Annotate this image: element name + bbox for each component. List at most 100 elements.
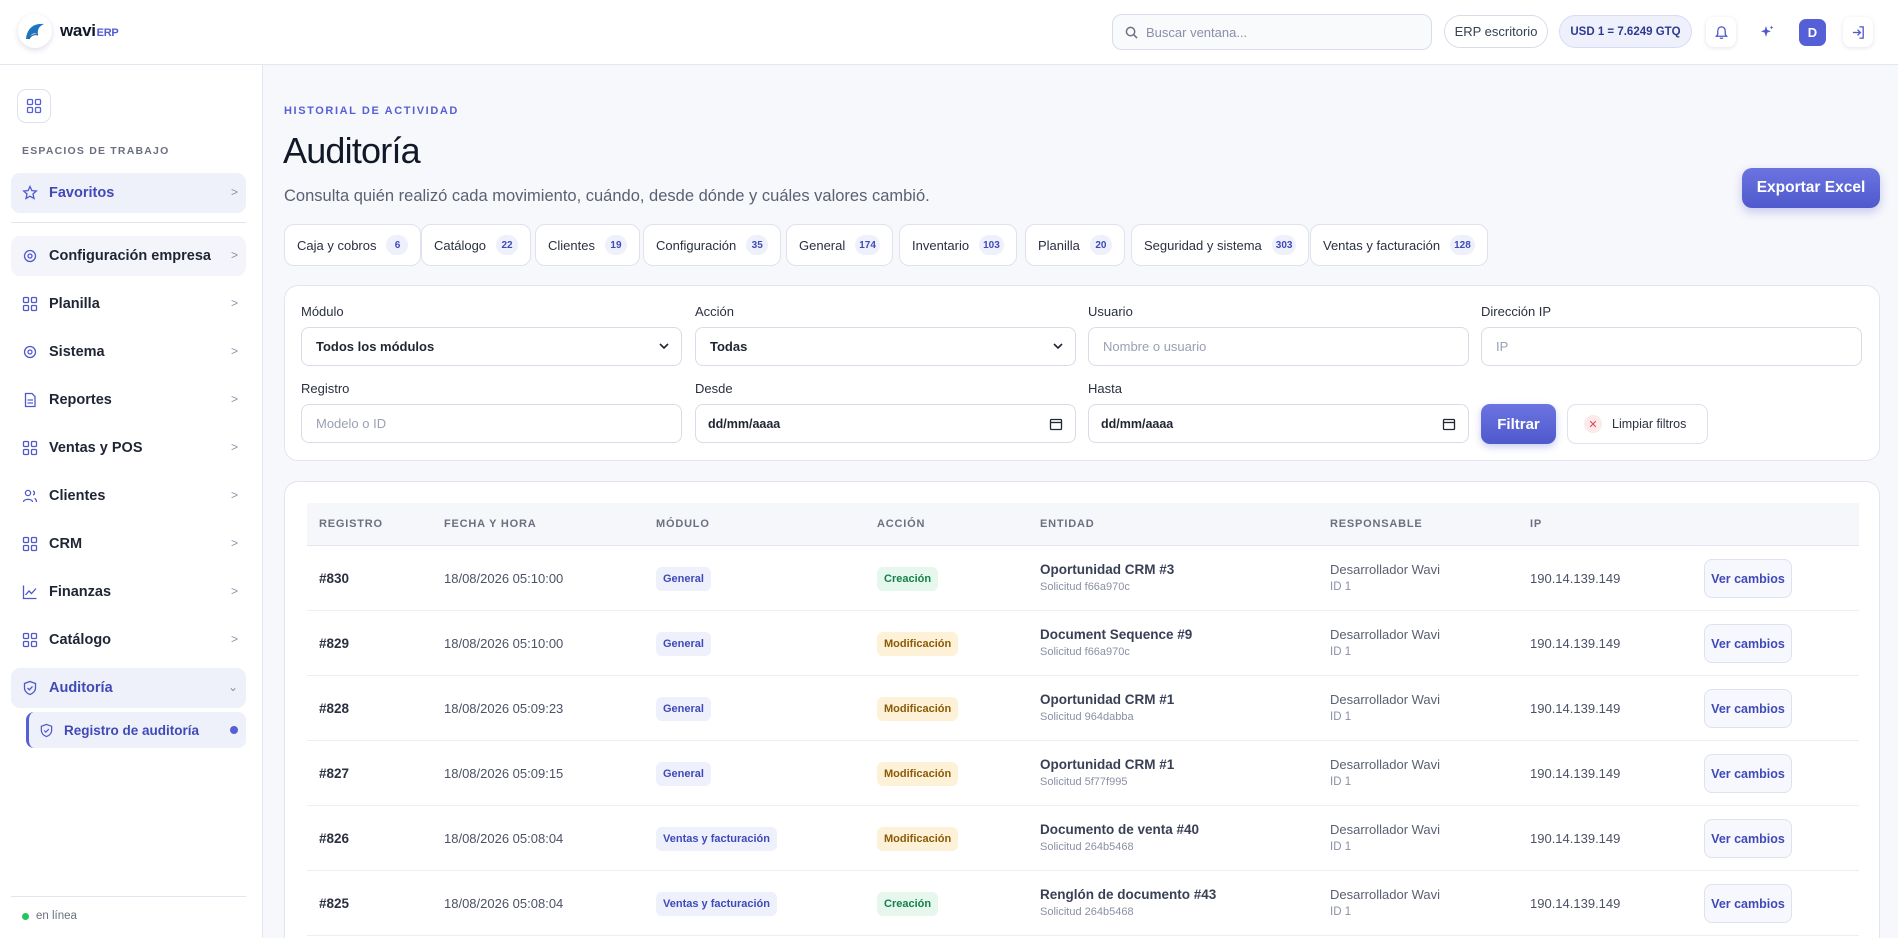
module-chip[interactable]: Clientes 19: [535, 224, 640, 266]
request-id: Solicitud 5f77f995: [1040, 776, 1128, 788]
sidebar-item-label: Clientes: [49, 488, 106, 504]
close-icon: ✕: [1584, 415, 1602, 433]
calendar-icon[interactable]: [1049, 417, 1063, 431]
view-changes-button[interactable]: Ver cambios: [1704, 819, 1792, 858]
sidebar-item-crm[interactable]: CRM >: [11, 524, 246, 564]
calendar-icon[interactable]: [1442, 417, 1456, 431]
table-row[interactable]: #828 18/08/2026 05:09:23 General Modific…: [307, 676, 1859, 741]
record-filter-label: Registro: [301, 381, 350, 396]
export-excel-button[interactable]: Exportar Excel: [1742, 168, 1880, 208]
table-row[interactable]: #826 18/08/2026 05:08:04 Ventas y factur…: [307, 806, 1859, 871]
workspace-grid-button[interactable]: [17, 89, 51, 123]
sidebar-item-finance[interactable]: Finanzas >: [11, 572, 246, 612]
module-chip[interactable]: Planilla 20: [1025, 224, 1125, 266]
table-row[interactable]: #829 18/08/2026 05:10:00 General Modific…: [307, 611, 1859, 676]
view-changes-button[interactable]: Ver cambios: [1704, 754, 1792, 793]
ip-input[interactable]: IP: [1481, 327, 1862, 366]
page-eyebrow: HISTORIAL DE ACTIVIDAD: [284, 105, 459, 117]
ip-address: 190.14.139.149: [1530, 766, 1621, 781]
settings-icon: [23, 249, 37, 263]
chevron-right-icon: >: [230, 488, 238, 502]
ip-address: 190.14.139.149: [1530, 831, 1621, 846]
module-chip[interactable]: Configuración 35: [643, 224, 782, 266]
view-changes-button[interactable]: Ver cambios: [1704, 624, 1792, 663]
table-row[interactable]: #825 18/08/2026 05:08:04 Ventas y factur…: [307, 871, 1859, 936]
module-chip[interactable]: Seguridad y sistema 303: [1131, 224, 1310, 266]
search-input[interactable]: Buscar ventana...: [1112, 14, 1432, 50]
sidebar-item-audit[interactable]: Auditoría ⌄: [11, 668, 246, 708]
page-subtitle: Consulta quién realizó cada movimiento, …: [284, 187, 930, 205]
erp-desktop-button[interactable]: ERP escritorio: [1444, 15, 1548, 48]
module-chip[interactable]: Ventas y facturación 128: [1310, 224, 1488, 266]
sidebar-item-clients[interactable]: Clientes >: [11, 476, 246, 516]
table-row[interactable]: #830 18/08/2026 05:10:00 General Creació…: [307, 546, 1859, 611]
assistant-button[interactable]: [1752, 17, 1782, 47]
ip-address: 190.14.139.149: [1530, 636, 1621, 651]
from-date-input[interactable]: dd/mm/aaaa: [695, 404, 1076, 443]
chevron-down-icon: [1053, 343, 1063, 350]
from-date-value: dd/mm/aaaa: [708, 416, 781, 431]
request-id: Solicitud 264b5468: [1040, 841, 1134, 853]
sidebar-item-reports[interactable]: Reportes >: [11, 380, 246, 420]
grid-icon: [22, 440, 38, 456]
record-id: #830: [319, 571, 350, 586]
chevron-down-icon: [659, 343, 669, 350]
entity-name: Oportunidad CRM #3: [1040, 562, 1175, 577]
to-date-input[interactable]: dd/mm/aaaa: [1088, 404, 1469, 443]
action-badge: Modificación: [877, 632, 959, 656]
module-chip[interactable]: Caja y cobros 6: [284, 224, 422, 266]
module-badge: General: [656, 632, 711, 656]
chip-count: 128: [1450, 235, 1475, 255]
logout-button[interactable]: [1843, 17, 1873, 47]
module-select[interactable]: Todos los módulos: [301, 327, 682, 366]
action-badge: Creación: [877, 892, 939, 916]
sidebar-item-label: Auditoría: [49, 680, 113, 696]
sidebar-item-system[interactable]: Sistema >: [11, 332, 246, 372]
chip-count: 303: [1271, 235, 1297, 255]
table-row[interactable]: #827 18/08/2026 05:09:15 General Modific…: [307, 741, 1859, 806]
brand[interactable]: waviERP: [18, 14, 119, 48]
column-header: REGISTRO: [319, 518, 383, 530]
module-badge: General: [656, 697, 711, 721]
column-header: IP: [1530, 518, 1542, 530]
chip-label: Clientes: [548, 237, 595, 253]
clear-filters-button[interactable]: ✕ Limpiar filtros: [1567, 404, 1708, 444]
record-input-placeholder: Modelo o ID: [316, 416, 387, 431]
view-changes-button[interactable]: Ver cambios: [1704, 884, 1792, 923]
column-header: RESPONSABLE: [1330, 518, 1423, 530]
exchange-rate-badge[interactable]: USD 1 = 7.6249 GTQ: [1559, 15, 1692, 48]
chip-label: Catálogo: [434, 237, 487, 253]
module-chip[interactable]: Catálogo 22: [421, 224, 532, 266]
sidebar-item-label: Catálogo: [49, 632, 112, 648]
sidebar-item-label: Sistema: [49, 344, 105, 360]
sidebar-item-payroll[interactable]: Planilla >: [11, 284, 246, 324]
avatar[interactable]: D: [1799, 19, 1826, 46]
dolphin-logo-icon: [18, 14, 52, 48]
entity-name: Oportunidad CRM #1: [1040, 757, 1175, 772]
module-chip[interactable]: Inventario 103: [899, 224, 1017, 266]
user-id: ID 1: [1330, 711, 1352, 723]
status-label: en línea: [36, 910, 77, 922]
user-input[interactable]: Nombre o usuario: [1088, 327, 1469, 366]
sidebar-subitem-audit-log[interactable]: Registro de auditoría: [26, 712, 246, 748]
view-changes-button[interactable]: Ver cambios: [1704, 689, 1792, 728]
user-id: ID 1: [1330, 841, 1352, 853]
action-select[interactable]: Todas: [695, 327, 1076, 366]
record-input[interactable]: Modelo o ID: [301, 404, 682, 443]
request-id: Solicitud f66a970c: [1040, 581, 1130, 593]
filter-button[interactable]: Filtrar: [1481, 404, 1556, 444]
view-changes-button[interactable]: Ver cambios: [1704, 559, 1792, 598]
module-chip[interactable]: General 174: [786, 224, 893, 266]
sidebar-item-catalog[interactable]: Catálogo >: [11, 620, 246, 660]
sidebar-item-sales-pos[interactable]: Ventas y POS >: [11, 428, 246, 468]
sidebar-divider: [11, 222, 246, 223]
chevron-right-icon: >: [230, 440, 238, 454]
action-badge: Modificación: [877, 697, 959, 721]
column-header: ENTIDAD: [1040, 518, 1095, 530]
notifications-button[interactable]: [1706, 17, 1736, 47]
bell-icon: [1714, 25, 1728, 39]
clear-filters-label: Limpiar filtros: [1612, 417, 1687, 431]
sidebar-item-favorites[interactable]: Favoritos >: [11, 173, 246, 213]
sidebar-item-company-settings[interactable]: Configuración empresa >: [11, 236, 246, 276]
module-badge: Ventas y facturación: [656, 892, 777, 916]
